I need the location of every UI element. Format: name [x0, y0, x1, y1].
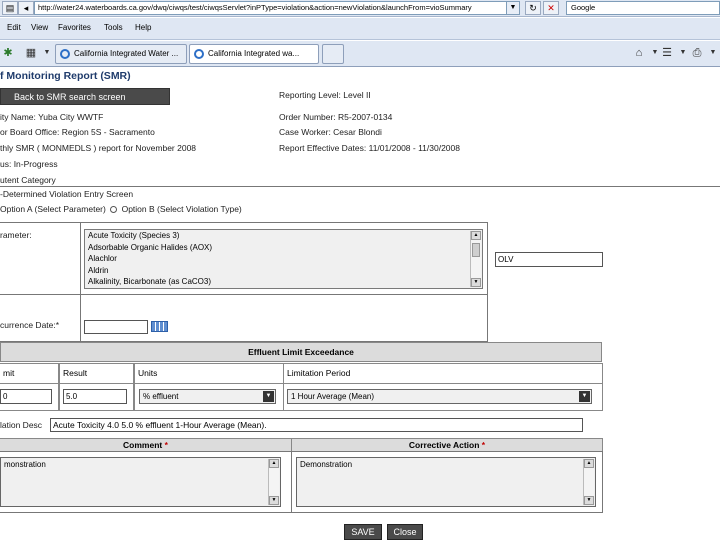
effective-dates: Report Effective Dates: 11/01/2008 - 11/…: [279, 143, 460, 153]
feeds-dropdown-icon[interactable]: ▼: [676, 46, 690, 60]
listbox-scrollbar[interactable]: ▲ ▼: [470, 231, 481, 287]
calendar-icon[interactable]: [151, 321, 168, 332]
menu-tools[interactable]: Tools: [104, 23, 123, 32]
case-worker: Case Worker: Cesar Blondi: [279, 127, 382, 137]
report-description: thly SMR ( MONMEDLS ) report for Novembe…: [0, 143, 197, 153]
close-button[interactable]: Close: [387, 524, 423, 540]
chevron-down-icon[interactable]: ▼: [263, 391, 274, 402]
col-units-header: Units: [134, 363, 284, 384]
scroll-up-icon[interactable]: ▲: [471, 231, 481, 240]
occurrence-input-cell: [80, 294, 488, 342]
menu-view[interactable]: View: [31, 23, 48, 32]
facility-name: ity Name: Yuba City WWTF: [0, 112, 104, 122]
comment-header: Comment *: [0, 438, 292, 452]
option-b-label: Option B (Select Violation Type): [121, 204, 242, 214]
comment-textarea[interactable]: monstration ▲ ▼: [0, 457, 281, 507]
category-text: utent Category: [0, 175, 56, 185]
home-icon[interactable]: ⌂: [632, 46, 646, 60]
corrective-action-textarea[interactable]: Demonstration ▲ ▼: [296, 457, 596, 507]
ie-icon: [194, 49, 204, 59]
parameter-listbox[interactable]: Acute Toxicity (Species 3) Adsorbable Or…: [84, 229, 483, 289]
search-input[interactable]: Google: [566, 1, 720, 15]
divider: [0, 186, 720, 187]
board-office: or Board Office: Region 5S - Sacramento: [0, 127, 155, 137]
occurrence-date-label: currence Date:*: [0, 320, 60, 330]
comment-header-label: Comment: [123, 440, 163, 450]
order-number: Order Number: R5-2007-0134: [279, 112, 393, 122]
comment-scrollbar[interactable]: ▲ ▼: [268, 459, 279, 505]
violation-desc-input[interactable]: Acute Toxicity 4.0 5.0 % effluent 1-Hour…: [50, 418, 583, 432]
parameter-label: rameter:: [0, 230, 32, 240]
tab-california-2[interactable]: California Integrated wa...: [189, 44, 319, 64]
address-input[interactable]: http://water24.waterboards.ca.gov/dwq/ci…: [34, 1, 520, 15]
required-marker: *: [481, 440, 486, 450]
col-result-header: Result: [59, 363, 134, 384]
units-selected-value: % effluent: [143, 392, 179, 401]
scroll-down-icon[interactable]: ▼: [269, 496, 279, 505]
address-dropdown-icon[interactable]: ▼: [506, 1, 520, 15]
menu-help[interactable]: Help: [135, 23, 151, 32]
scroll-up-icon[interactable]: ▲: [584, 459, 594, 468]
stop-icon[interactable]: ✕: [543, 1, 559, 15]
required-marker: *: [164, 440, 168, 450]
option-b-radio[interactable]: [110, 206, 118, 214]
occurrence-label-cell: [0, 294, 81, 342]
tab-label: California Integrated wa...: [208, 49, 300, 58]
tab-row: ✱ ▦ ▼ California Integrated Water ... Ca…: [0, 41, 720, 67]
ie-icon: [60, 49, 70, 59]
col-period-header: Limitation Period: [283, 363, 603, 384]
refresh-icon[interactable]: ↻: [525, 1, 541, 15]
address-bar-row: ▤ ◂ http://water24.waterboards.ca.gov/dw…: [0, 0, 720, 17]
new-tab-button[interactable]: [322, 44, 344, 64]
occurrence-date-input[interactable]: [84, 320, 148, 334]
option-row: Option A (Select Parameter) Option B (Se…: [0, 204, 242, 214]
chevron-down-icon[interactable]: ▼: [579, 391, 590, 402]
units-select[interactable]: % effluent ▼: [139, 389, 276, 404]
col-limit-header: mit: [0, 363, 59, 384]
tab-label: California Integrated Water ...: [74, 49, 179, 58]
comment-text: monstration: [4, 460, 46, 469]
exceedance-header: Effluent Limit Exceedance: [0, 342, 602, 362]
menu-bar: Edit View Favorites Tools Help: [0, 18, 720, 40]
menu-favorites[interactable]: Favorites: [58, 23, 91, 32]
favorites-star-icon[interactable]: ✱: [1, 46, 15, 60]
scroll-thumb[interactable]: [472, 243, 480, 257]
list-item[interactable]: Alkalinity, Bicarbonate (as CaCO3): [88, 277, 211, 286]
back-arrow-icon[interactable]: ◂: [18, 1, 34, 15]
scroll-up-icon[interactable]: ▲: [269, 459, 279, 468]
corrective-action-header: Corrective Action *: [291, 438, 603, 452]
list-item[interactable]: Acute Toxicity (Species 3): [88, 231, 179, 240]
corrective-text: Demonstration: [300, 460, 353, 469]
scroll-down-icon[interactable]: ▼: [471, 278, 481, 287]
scroll-down-icon[interactable]: ▼: [584, 496, 594, 505]
corrective-header-label: Corrective Action: [408, 440, 480, 450]
back-to-smr-search-button[interactable]: Back to SMR search screen: [0, 88, 170, 105]
limit-input[interactable]: 0: [0, 389, 52, 404]
period-selected-value: 1 Hour Average (Mean): [291, 392, 375, 401]
list-item[interactable]: Adsorbable Organic Halides (AOX): [88, 243, 212, 252]
page-title: f Monitoring Report (SMR): [0, 70, 131, 82]
tab-list-icon[interactable]: ▼: [40, 46, 54, 60]
status-text: us: In-Progress: [0, 159, 58, 169]
option-a-label: Option A (Select Parameter): [0, 204, 106, 214]
limitation-period-select[interactable]: 1 Hour Average (Mean) ▼: [287, 389, 592, 404]
print-icon[interactable]: ⎙: [690, 46, 704, 60]
quick-tabs-icon[interactable]: ▦: [24, 46, 38, 60]
feeds-icon[interactable]: ☰: [660, 46, 674, 60]
save-button[interactable]: SAVE: [344, 524, 382, 540]
violation-desc-label: lation Desc: [0, 420, 43, 430]
olv-input[interactable]: OLV: [495, 252, 603, 267]
menu-edit[interactable]: Edit: [7, 23, 21, 32]
reporting-level: Reporting Level: Level II: [279, 90, 371, 100]
list-item[interactable]: Aldrin: [88, 266, 108, 275]
print-dropdown-icon[interactable]: ▼: [706, 46, 720, 60]
corrective-scrollbar[interactable]: ▲ ▼: [583, 459, 594, 505]
entry-screen-label: -Determined Violation Entry Screen: [0, 189, 134, 199]
result-input[interactable]: 5.0: [63, 389, 127, 404]
page-icon: ▤: [2, 1, 18, 15]
list-item[interactable]: Alachlor: [88, 254, 117, 263]
tab-california-1[interactable]: California Integrated Water ...: [55, 44, 187, 64]
